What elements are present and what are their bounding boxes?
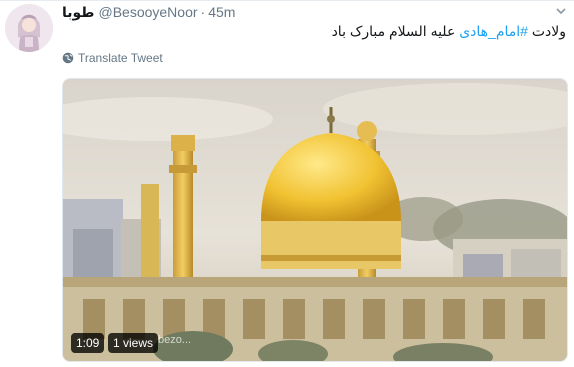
translate-label: Translate Tweet bbox=[78, 51, 163, 65]
video-watermark: /bezo... bbox=[155, 334, 191, 346]
video-player[interactable]: /bezo... 1:09 1 views bbox=[62, 78, 568, 362]
hashtag-link[interactable]: #امام_هادی bbox=[459, 23, 528, 39]
video-views-badge: 1 views bbox=[108, 333, 159, 353]
video-thumbnail: /bezo... bbox=[63, 79, 567, 361]
tweet-text: ولادت #امام_هادی علیه السلام مبارک باد bbox=[332, 23, 566, 40]
user-handle[interactable]: @BesooyeNoor bbox=[98, 4, 197, 20]
avatar[interactable] bbox=[5, 4, 53, 52]
globe-icon bbox=[62, 52, 74, 64]
separator-dot: · bbox=[200, 4, 206, 20]
video-duration-badge: 1:09 bbox=[71, 333, 105, 353]
chevron-down-icon[interactable] bbox=[554, 4, 568, 18]
tweet-card[interactable]: طوبا @BesooyeNoor · 45m ولادت #امام_هادی… bbox=[0, 0, 574, 367]
translate-tweet-button[interactable]: Translate Tweet bbox=[62, 51, 163, 65]
display-name[interactable]: طوبا bbox=[62, 4, 94, 21]
tweet-timestamp[interactable]: 45m bbox=[208, 4, 235, 20]
avatar-girl-icon bbox=[5, 4, 53, 52]
tweet-text-before: ولادت bbox=[527, 23, 566, 39]
tweet-text-after: علیه السلام مبارک باد bbox=[331, 23, 460, 39]
tweet-header: طوبا @BesooyeNoor · 45m bbox=[62, 3, 235, 21]
